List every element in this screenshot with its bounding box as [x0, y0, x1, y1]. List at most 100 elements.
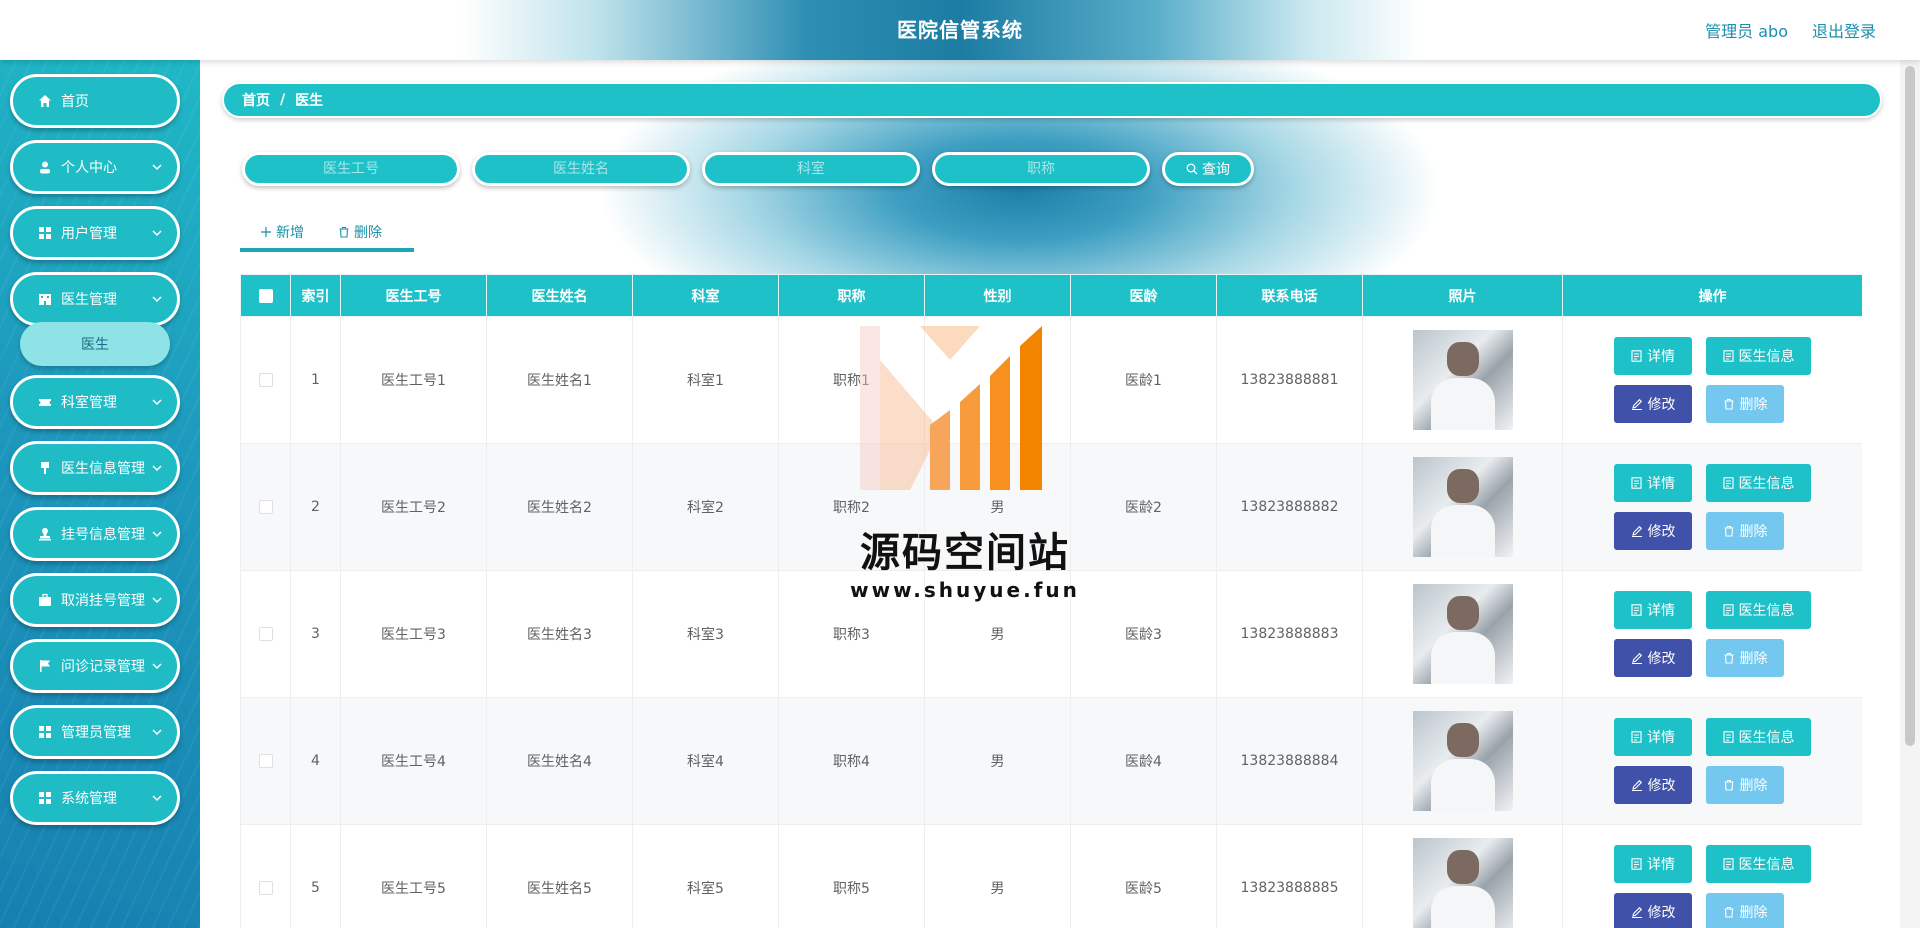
- trash-icon: [1724, 398, 1733, 410]
- page-scrollbar[interactable]: [1900, 60, 1920, 928]
- sidebar-item-home[interactable]: 首页: [10, 74, 180, 128]
- row-checkbox[interactable]: [258, 500, 273, 514]
- cell-seniority: 医龄4: [1070, 697, 1217, 825]
- doctor-photo: [1412, 457, 1513, 557]
- edit-label: 修改: [1647, 651, 1676, 667]
- detail-button[interactable]: 详情: [1614, 591, 1692, 629]
- sidebar-item-department-management[interactable]: 科室管理: [10, 375, 180, 429]
- select-all-cell[interactable]: [240, 274, 291, 317]
- ticket-icon: [37, 394, 53, 410]
- cell-doctor-id: 医生工号4: [340, 697, 487, 825]
- cell-photo: [1362, 570, 1563, 698]
- cell-photo: [1362, 824, 1563, 928]
- row-checkbox[interactable]: [258, 627, 273, 641]
- cell-title: 职称1: [778, 316, 925, 444]
- document-icon: [1722, 350, 1734, 362]
- title-input[interactable]: [932, 152, 1150, 186]
- sidebar-item-system-management[interactable]: 系统管理: [10, 771, 180, 825]
- detail-label: 详情: [1647, 476, 1675, 492]
- grid-icon: [37, 724, 53, 740]
- breadcrumb-home[interactable]: 首页: [242, 90, 270, 110]
- row-checkbox[interactable]: [258, 754, 273, 768]
- doctor-id-input[interactable]: [242, 152, 460, 186]
- row-select-cell[interactable]: [240, 570, 291, 698]
- table-row: 3 医生工号3 医生姓名3 科室3 职称3 男医龄3 13823888883 详情 医生信息 修改…: [240, 570, 1862, 698]
- batch-delete-button[interactable]: 删除: [338, 222, 382, 242]
- sidebar-subitem-doctor[interactable]: 医生: [20, 322, 170, 366]
- chevron-down-icon: [152, 729, 162, 736]
- document-icon: [1722, 731, 1734, 743]
- edit-button[interactable]: 修改: [1614, 893, 1692, 928]
- doctor-info-button[interactable]: 医生信息: [1706, 591, 1811, 629]
- search-bar: 查询: [242, 152, 1254, 188]
- detail-button[interactable]: 详情: [1614, 845, 1692, 883]
- table-row: 5 医生工号5 医生姓名5 科室5 职称5 男医龄5 13823888885 详情 医生信息 修改…: [240, 824, 1862, 928]
- app-title: 医院信管系统: [897, 18, 1023, 42]
- sidebar-item-registration-management[interactable]: 挂号信息管理: [10, 507, 180, 561]
- sidebar-item-consultation-record-management[interactable]: 问诊记录管理: [10, 639, 180, 693]
- row-select-cell[interactable]: [240, 443, 291, 571]
- sidebar-item-label: 医生管理: [61, 292, 117, 308]
- current-user-label[interactable]: 管理员 abo: [1705, 18, 1788, 42]
- sidebar-item-label: 问诊记录管理: [61, 659, 145, 675]
- delete-button[interactable]: 删除: [1706, 512, 1784, 550]
- delete-button[interactable]: 删除: [1706, 385, 1784, 423]
- header-user-area: 管理员 abo 退出登录: [1705, 0, 1876, 60]
- delete-button[interactable]: 删除: [1706, 893, 1784, 928]
- edit-icon: [1631, 906, 1642, 918]
- cell-gender: 男: [924, 824, 1071, 928]
- delete-label: 删除: [1739, 397, 1768, 413]
- sidebar-item-doctor-info-management[interactable]: 医生信息管理: [10, 441, 180, 495]
- cell-phone: 13823888882: [1216, 443, 1363, 571]
- column-header: 性别: [924, 274, 1071, 317]
- doctor-info-button[interactable]: 医生信息: [1706, 337, 1811, 375]
- delete-button[interactable]: 删除: [1706, 766, 1784, 804]
- doctor-info-button[interactable]: 医生信息: [1706, 845, 1811, 883]
- detail-button[interactable]: 详情: [1614, 464, 1692, 502]
- sidebar-item-doctor-management[interactable]: 医生管理: [10, 272, 180, 326]
- cell-index: 2: [290, 443, 341, 571]
- doctor-info-button[interactable]: 医生信息: [1706, 718, 1811, 756]
- add-button[interactable]: 新增: [260, 222, 304, 242]
- doctor-info-button[interactable]: 医生信息: [1706, 464, 1811, 502]
- row-select-cell[interactable]: [240, 824, 291, 928]
- logout-link[interactable]: 退出登录: [1812, 18, 1876, 42]
- sidebar-item-admin-management[interactable]: 管理员管理: [10, 705, 180, 759]
- column-header: 职称: [778, 274, 925, 317]
- document-icon: [1631, 477, 1642, 489]
- sidebar-item-cancel-registration-management[interactable]: 取消挂号管理: [10, 573, 180, 627]
- detail-button[interactable]: 详情: [1614, 337, 1692, 375]
- cell-doctor-id: 医生工号3: [340, 570, 487, 698]
- sidebar-item-label: 管理员管理: [61, 725, 131, 741]
- department-input[interactable]: [702, 152, 920, 186]
- doctor-name-input[interactable]: [472, 152, 690, 186]
- edit-button[interactable]: 修改: [1614, 766, 1692, 804]
- detail-label: 详情: [1647, 730, 1675, 746]
- cell-phone: 13823888883: [1216, 570, 1363, 698]
- edit-button[interactable]: 修改: [1614, 512, 1692, 550]
- cell-name: 医生姓名2: [486, 443, 633, 571]
- chevron-down-icon: [152, 164, 162, 171]
- row-checkbox[interactable]: [258, 881, 273, 895]
- flag-icon: [37, 658, 53, 674]
- document-icon: [1631, 350, 1642, 362]
- select-all-checkbox[interactable]: [258, 288, 273, 303]
- sidebar-item-label: 科室管理: [61, 395, 117, 411]
- delete-label: 删除: [1739, 524, 1768, 540]
- batch-delete-label: 删除: [354, 225, 382, 241]
- cell-gender: 男: [924, 570, 1071, 698]
- row-select-cell[interactable]: [240, 697, 291, 825]
- scrollbar-thumb[interactable]: [1905, 66, 1915, 746]
- row-checkbox[interactable]: [258, 373, 273, 387]
- row-select-cell[interactable]: [240, 316, 291, 444]
- cell-name: 医生姓名1: [486, 316, 633, 444]
- delete-button[interactable]: 删除: [1706, 639, 1784, 677]
- cell-photo: [1362, 697, 1563, 825]
- edit-button[interactable]: 修改: [1614, 639, 1692, 677]
- search-button[interactable]: 查询: [1162, 152, 1254, 186]
- detail-button[interactable]: 详情: [1614, 718, 1692, 756]
- sidebar-item-personal-center[interactable]: 个人中心: [10, 140, 180, 194]
- sidebar-item-user-management[interactable]: 用户管理: [10, 206, 180, 260]
- sidebar-item-label: 用户管理: [61, 226, 117, 242]
- edit-button[interactable]: 修改: [1614, 385, 1692, 423]
